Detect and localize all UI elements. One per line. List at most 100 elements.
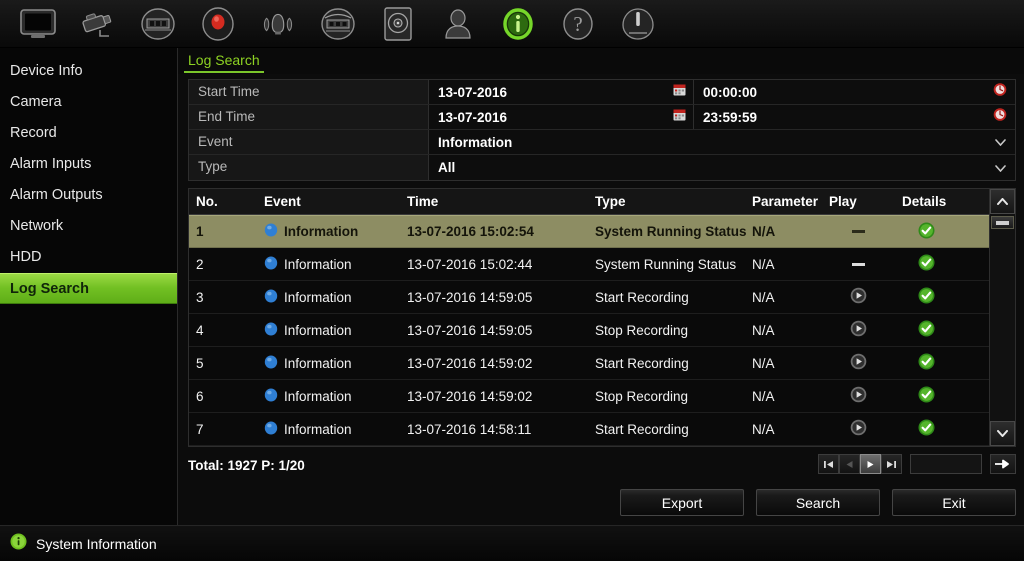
column-header-play[interactable]: Play	[822, 194, 895, 209]
cell-parameter: N/A	[752, 322, 775, 338]
details-check-icon[interactable]	[918, 287, 935, 307]
toolbar-power-button[interactable]	[608, 1, 668, 47]
cell-time: 13-07-2016 14:59:02	[407, 388, 533, 404]
prev-page-icon[interactable]	[839, 454, 860, 474]
sidebar-item-alarm-inputs[interactable]: Alarm Inputs	[0, 149, 177, 180]
chevron-down-icon[interactable]	[995, 133, 1006, 151]
scroll-thumb[interactable]	[991, 216, 1014, 229]
sidebar-item-camera[interactable]: Camera	[0, 87, 177, 118]
form-row-start-time: Start Time 13-07-2016 00:00:00	[189, 80, 1015, 105]
table-row[interactable]: 6 Information 13-07-2016 14:59:02 Stop Reco…	[189, 380, 989, 413]
type-dropdown[interactable]: All	[429, 155, 1015, 180]
last-page-icon[interactable]	[881, 454, 902, 474]
tab-log-search[interactable]: Log Search	[184, 52, 264, 73]
cell-play[interactable]	[822, 386, 895, 406]
scroll-down-icon[interactable]	[990, 421, 1015, 446]
start-time-field[interactable]: 00:00:00	[694, 80, 1015, 104]
play-button-icon[interactable]	[850, 386, 867, 406]
toolbar-hdd-button[interactable]	[368, 1, 428, 47]
cell-details[interactable]	[895, 320, 957, 340]
cell-time: 13-07-2016 15:02:54	[407, 224, 534, 239]
results-table-wrap: No. Event Time Type Parameter Play Detai…	[188, 188, 1016, 447]
table-row[interactable]: 1 Information 13-07-2016 15:02:54 System Ru…	[189, 215, 989, 248]
chevron-down-icon[interactable]	[995, 159, 1006, 177]
cell-play[interactable]	[822, 287, 895, 307]
toolbar-info-button[interactable]	[488, 1, 548, 47]
play-button-icon[interactable]	[850, 287, 867, 307]
start-date-field[interactable]: 13-07-2016	[429, 80, 694, 104]
cell-time: 13-07-2016 14:59:05	[407, 322, 533, 338]
table-row[interactable]: 5 Information 13-07-2016 14:59:02 Start Rec…	[189, 347, 989, 380]
table-row[interactable]: 4 Information 13-07-2016 14:59:05 Stop Reco…	[189, 314, 989, 347]
cell-details[interactable]	[895, 419, 957, 439]
column-header-time[interactable]: Time	[400, 194, 588, 209]
sidebar-item-record[interactable]: Record	[0, 118, 177, 149]
column-header-parameter[interactable]: Parameter	[745, 194, 822, 209]
monitor-icon	[18, 4, 58, 44]
end-date-value: 13-07-2016	[438, 109, 508, 125]
details-check-icon[interactable]	[918, 254, 935, 274]
cell-details[interactable]	[895, 254, 957, 274]
cell-details[interactable]	[895, 222, 957, 242]
play-button-icon[interactable]	[850, 320, 867, 340]
details-check-icon[interactable]	[918, 320, 935, 340]
clock-icon[interactable]	[993, 83, 1007, 102]
column-header-details[interactable]: Details	[895, 194, 957, 209]
cell-play[interactable]	[822, 262, 895, 266]
table-scrollbar[interactable]	[989, 188, 1016, 447]
table-row[interactable]: 3 Information 13-07-2016 14:59:05 Start Rec…	[189, 281, 989, 314]
details-check-icon[interactable]	[918, 222, 935, 242]
exit-button[interactable]: Exit	[892, 489, 1016, 516]
cell-details[interactable]	[895, 386, 957, 406]
page-number-input[interactable]	[910, 454, 982, 474]
cell-play[interactable]	[822, 419, 895, 439]
details-check-icon[interactable]	[918, 353, 935, 373]
toolbar-alarm-button[interactable]	[248, 1, 308, 47]
calendar-icon[interactable]	[673, 108, 686, 126]
toolbar-monitor-button[interactable]	[8, 1, 68, 47]
toolbar-network-button[interactable]	[308, 1, 368, 47]
sidebar-item-log-search[interactable]: Log Search	[0, 273, 177, 304]
alarm-icon	[258, 4, 298, 44]
cell-details[interactable]	[895, 353, 957, 373]
table-row[interactable]: 2 Information 13-07-2016 15:02:44 System Ru…	[189, 248, 989, 281]
sidebar-item-alarm-outputs[interactable]: Alarm Outputs	[0, 180, 177, 211]
end-date-field[interactable]: 13-07-2016	[429, 105, 694, 129]
cell-play[interactable]	[822, 230, 895, 233]
details-check-icon[interactable]	[918, 386, 935, 406]
type-label: Type	[189, 155, 429, 180]
play-button-icon[interactable]	[850, 419, 867, 439]
info-icon	[498, 4, 538, 44]
search-button[interactable]: Search	[756, 489, 880, 516]
toolbar-record-button[interactable]	[188, 1, 248, 47]
export-button[interactable]: Export	[620, 489, 744, 516]
toolbar-playback-button[interactable]	[128, 1, 188, 47]
cell-no: 2	[196, 256, 204, 272]
sidebar-item-hdd[interactable]: HDD	[0, 242, 177, 273]
cell-play[interactable]	[822, 353, 895, 373]
end-time-field[interactable]: 23:59:59	[694, 105, 1015, 129]
cell-type: Start Recording	[595, 289, 689, 305]
next-page-icon[interactable]	[860, 454, 881, 474]
cell-play[interactable]	[822, 320, 895, 340]
play-button-icon[interactable]	[850, 353, 867, 373]
table-row[interactable]: 7 Information 13-07-2016 14:58:11 Start Rec…	[189, 413, 989, 446]
toolbar-help-button[interactable]: ?	[548, 1, 608, 47]
scroll-up-icon[interactable]	[990, 189, 1015, 214]
column-header-no[interactable]: No.	[189, 194, 257, 209]
toolbar-user-button[interactable]	[428, 1, 488, 47]
clock-icon[interactable]	[993, 108, 1007, 127]
column-header-event[interactable]: Event	[257, 194, 400, 209]
sidebar-item-device-info[interactable]: Device Info	[0, 56, 177, 87]
calendar-icon[interactable]	[673, 83, 686, 101]
go-icon[interactable]	[990, 454, 1016, 474]
toolbar-camera-button[interactable]	[68, 1, 128, 47]
column-header-type[interactable]: Type	[588, 194, 745, 209]
event-dropdown[interactable]: Information	[429, 130, 1015, 154]
sidebar-item-label: HDD	[10, 249, 42, 265]
details-check-icon[interactable]	[918, 419, 935, 439]
cell-details[interactable]	[895, 287, 957, 307]
sidebar-item-network[interactable]: Network	[0, 211, 177, 242]
scroll-track[interactable]	[990, 214, 1015, 421]
first-page-icon[interactable]	[818, 454, 839, 474]
